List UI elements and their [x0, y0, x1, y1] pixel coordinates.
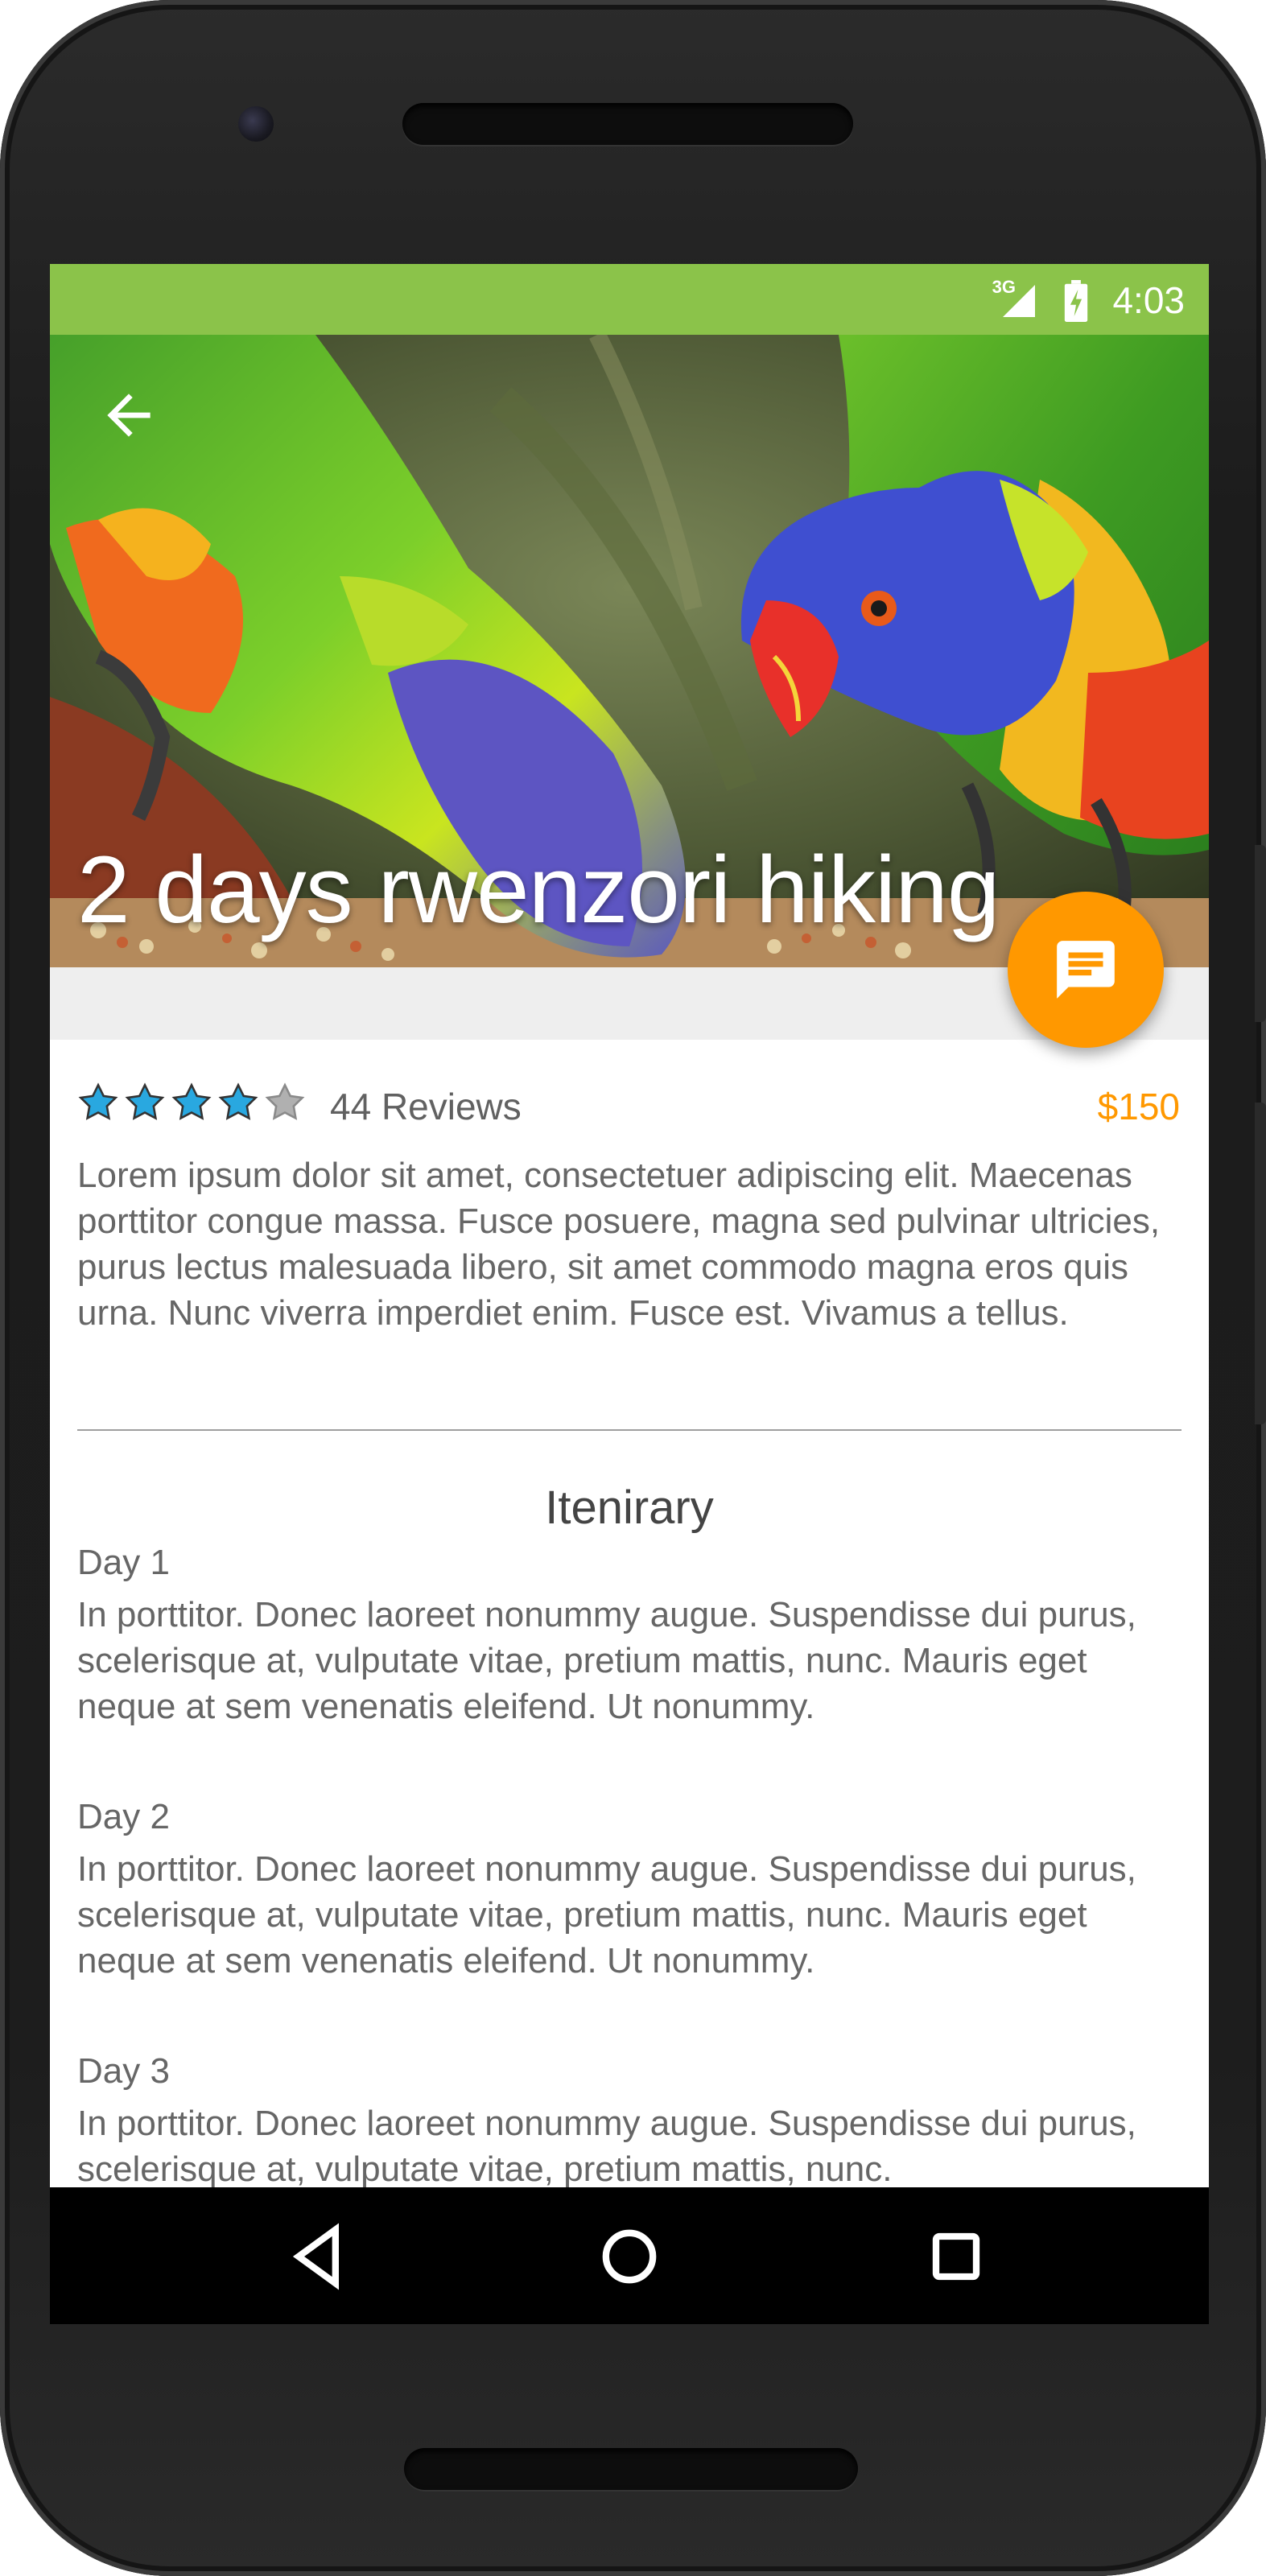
day-text: In porttitor. Donec laoreet nonummy augu… [77, 1849, 1136, 1980]
rating-row: 44 Reviews $150 [77, 1077, 1180, 1133]
status-bar: 3G 4:03 [50, 264, 1209, 335]
screen: 3G 4:03 2 days rwenzori hiking 44 Review… [50, 264, 1209, 2324]
front-camera [238, 106, 274, 142]
itinerary-day: Day 1 In porttitor. Donec laoreet nonumm… [77, 1540, 1188, 1729]
star-filled-icon [125, 1082, 165, 1120]
itinerary-title: Itenirary [545, 1482, 714, 1534]
page-title: 2 days rwenzori hiking [77, 837, 1000, 943]
signal-icon [1003, 285, 1035, 317]
day-label: Day 2 [77, 1797, 170, 1836]
navigation-bar [50, 2187, 1209, 2324]
day-label: Day 1 [77, 1543, 170, 1582]
bottom-speaker [404, 2448, 858, 2490]
day-text: In porttitor. Donec laoreet nonummy augu… [77, 2104, 1136, 2189]
price: $150 [1097, 1086, 1180, 1127]
hero-image: 2 days rwenzori hiking [50, 335, 1209, 967]
description: Lorem ipsum dolor sit amet, consectetuer… [77, 1156, 1161, 1333]
day-label: Day 3 [77, 2051, 170, 2091]
star-filled-icon [78, 1082, 118, 1120]
message-icon [1057, 941, 1115, 999]
status-time: 4:03 [1112, 279, 1185, 321]
star-filled-icon [218, 1082, 258, 1120]
divider [77, 1429, 1181, 1431]
itinerary-day: Day 3 In porttitor. Donec laoreet nonumm… [77, 2049, 1188, 2192]
power-button [1255, 845, 1266, 1022]
message-fab[interactable] [1008, 892, 1164, 1048]
nav-recents-icon[interactable] [916, 2216, 996, 2297]
reviews-count[interactable]: 44 Reviews [330, 1085, 522, 1128]
day-text: In porttitor. Donec laoreet nonummy augu… [77, 1595, 1136, 1726]
volume-button [1255, 1103, 1266, 1424]
battery-charging-icon [1064, 280, 1088, 322]
phone-frame: 3G 4:03 2 days rwenzori hiking 44 Review… [0, 0, 1266, 2576]
top-speaker [402, 103, 853, 145]
nav-home-icon[interactable] [589, 2216, 670, 2297]
nav-back-icon[interactable] [278, 2216, 359, 2297]
arrow-back-icon[interactable] [97, 383, 161, 447]
star-filled-icon [171, 1082, 212, 1120]
itinerary-day: Day 2 In porttitor. Donec laoreet nonumm… [77, 1795, 1188, 1984]
star-rating [77, 1082, 306, 1123]
star-empty-icon [265, 1082, 305, 1120]
